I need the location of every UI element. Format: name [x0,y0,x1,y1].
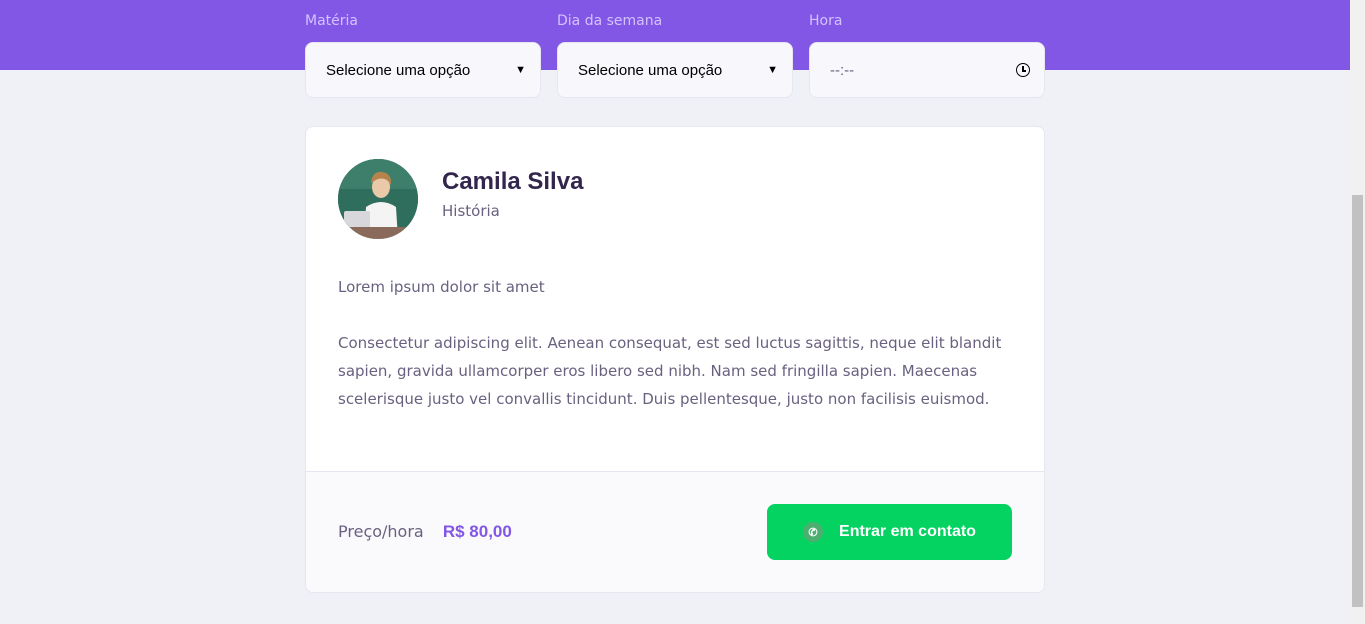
contact-button-label: Entrar em contato [839,523,976,540]
teacher-profile: Camila Silva História [338,159,583,239]
teacher-subject: História [442,202,500,220]
price-label: Preço/hora [338,522,424,541]
price-value: R$ 80,00 [442,522,512,541]
contact-button[interactable]: ✆ Entrar em contato [767,504,1012,560]
weekday-select[interactable]: Selecione uma opção ▼ [557,42,793,98]
teacher-bio: Lorem ipsum dolor sit amet Consectetur a… [338,273,1008,413]
time-filter-label: Hora [809,13,843,29]
weekday-select-value: Selecione uma opção [578,61,723,79]
weekday-filter-label: Dia da semana [557,13,663,29]
scrollbar-thumb[interactable] [1352,195,1363,607]
avatar [338,159,418,239]
subject-select[interactable]: Selecione uma opção ▼ [305,42,541,98]
card-footer: Preço/hora R$ 80,00 ✆ Entrar em contato [306,471,1044,592]
bio-body: Consectetur adipiscing elit. Aenean cons… [338,334,1002,408]
page: Matéria Selecione uma opção ▼ Dia da sem… [0,0,1365,624]
bio-intro: Lorem ipsum dolor sit amet [338,278,545,296]
chevron-down-icon: ▼ [515,64,526,76]
subject-filter: Matéria Selecione uma opção ▼ [305,0,541,98]
whatsapp-icon: ✆ [803,522,824,542]
subject-filter-label: Matéria [305,13,358,29]
teacher-name: Camila Silva [442,168,584,195]
time-input-value: --:-- [830,61,855,79]
clock-icon[interactable] [1016,63,1030,77]
teacher-card: Camila Silva História Lorem ipsum dolor … [305,126,1045,593]
scrollbar[interactable] [1350,0,1365,624]
price: Preço/hora R$ 80,00 [338,522,512,542]
subject-select-value: Selecione uma opção [326,61,471,79]
time-input[interactable]: --:-- [809,42,1045,98]
avatar-image [338,159,418,239]
time-filter: Hora --:-- [809,0,1045,98]
chevron-down-icon: ▼ [767,64,778,76]
search-filters: Matéria Selecione uma opção ▼ Dia da sem… [305,0,1045,98]
weekday-filter: Dia da semana Selecione uma opção ▼ [557,0,793,98]
teacher-info: Camila Silva História [442,168,583,220]
